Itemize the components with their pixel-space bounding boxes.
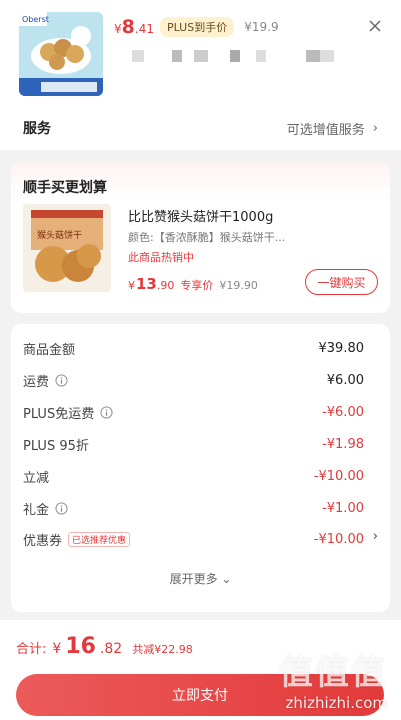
box-label: 猴头菇饼干 [37, 229, 82, 241]
brand-badge: Oberst [22, 15, 49, 24]
product-thumbnail: Oberst [19, 12, 103, 96]
service-title: 服务 [23, 121, 51, 137]
coupon-badge: 已选推荐优惠 [68, 531, 131, 547]
summary-row-shipping: 运费 ¥6.00 [23, 372, 364, 390]
plus-price: ¥8.41 [114, 16, 154, 38]
info-icon[interactable] [100, 405, 113, 419]
expand-more-button[interactable]: 展开更多 ⌄ [11, 570, 390, 587]
summary-row-instant-off: 立减 -¥10.00 [23, 468, 364, 486]
bundle-title: 顺手买更划算 [23, 180, 107, 196]
bundle-price: ¥ 13 .90 专享价 ¥19.90 [128, 275, 258, 293]
total-row: 合计: ¥ 16 .82 共减¥22.98 [16, 634, 193, 659]
chevron-right-icon: › [372, 120, 378, 136]
checkout-bar: 合计: ¥ 16 .82 共减¥22.98 立即支付 值值值 zhizhizhi… [0, 620, 401, 720]
price-row: ¥8.41 PLUS到手价 ¥19.9 [114, 16, 279, 38]
pay-now-button[interactable]: 立即支付 [16, 674, 384, 716]
bundle-product-spec: 颜色:【香浓酥脆】猴头菇饼干... [128, 231, 286, 244]
chevron-right-icon: › [372, 529, 378, 544]
summary-row-plus-discount: PLUS 95折 -¥1.98 [23, 436, 364, 454]
summary-row-coupon[interactable]: 优惠券 已选推荐优惠 -¥10.00 › [23, 529, 378, 549]
summary-row-goods: 商品金额 ¥39.80 [23, 340, 364, 358]
service-options[interactable]: 可选增值服务 › [287, 119, 378, 138]
bundle-card: 顺手买更划算 猴头菇饼干 比比赞猴头菇饼干1000g 颜色:【香浓酥脆】猴头菇饼… [11, 162, 390, 313]
spec-blurred [132, 50, 334, 62]
info-icon[interactable] [55, 501, 68, 515]
bundle-product-image[interactable]: 猴头菇饼干 [23, 204, 111, 292]
close-icon[interactable] [367, 18, 383, 34]
plus-price-tag: PLUS到手价 [159, 17, 235, 37]
info-icon[interactable] [55, 373, 68, 387]
product-header: Oberst ¥8.41 PLUS到手价 ¥19.9 服务 可选增值服务 › [0, 0, 401, 150]
bundle-product-name[interactable]: 比比赞猴头菇饼干1000g [128, 206, 273, 225]
summary-row-plus-free-shipping: PLUS免运费 -¥6.00 [23, 404, 364, 422]
original-price: ¥19.9 [244, 20, 279, 34]
order-summary-card: 商品金额 ¥39.80 运费 ¥6.00 PLUS免运费 -¥6.00 PLUS… [11, 324, 390, 612]
one-click-buy-button[interactable]: 一键购买 [305, 269, 378, 295]
service-row[interactable]: 服务 可选增值服务 › [23, 116, 378, 140]
bundle-hot-label: 此商品热销中 [128, 251, 194, 264]
total-saved: 共减¥22.98 [132, 643, 193, 656]
summary-row-gift-money: 礼金 -¥1.00 [23, 500, 364, 518]
